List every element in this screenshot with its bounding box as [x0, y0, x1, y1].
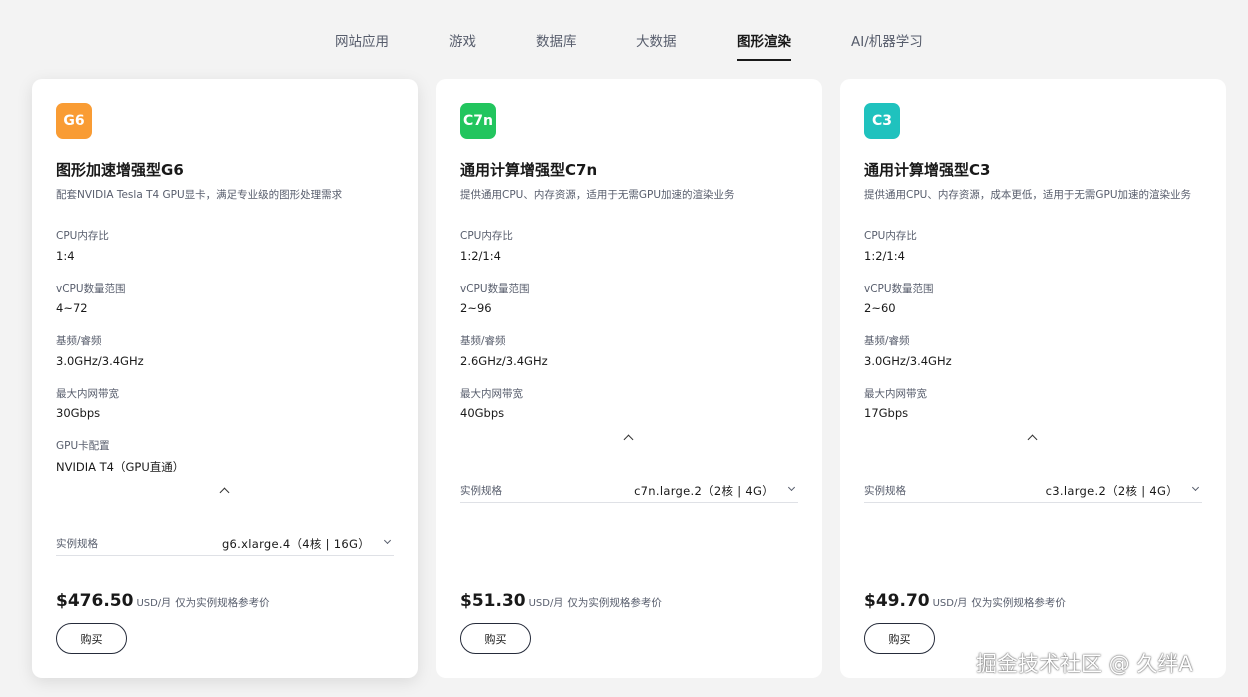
spec-value-frequency: 2.6GHz/3.4GHz — [460, 354, 548, 368]
spec-label-vcpu-range: vCPU数量范围 — [56, 283, 126, 295]
spec-label-cpu-memory-ratio: CPU内存比 — [864, 230, 917, 242]
instance-description: 提供通用CPU、内存资源，成本更低，适用于无需GPU加速的渲染业务 — [864, 189, 1192, 201]
instance-description: 提供通用CPU、内存资源，适用于无需GPU加速的渲染业务 — [460, 189, 735, 201]
buy-button[interactable]: 购买 — [864, 623, 935, 654]
price-note: 仅为实例规格参考价 — [971, 597, 1066, 609]
buy-button[interactable]: 购买 — [460, 623, 531, 654]
instance-card-c7n: C7n 通用计算增强型C7n 提供通用CPU、内存资源，适用于无需GPU加速的渲… — [436, 79, 822, 678]
instance-description: 配套NVIDIA Tesla T4 GPU显卡，满足专业级的图形处理需求 — [56, 189, 343, 201]
spec-value-bandwidth: 30Gbps — [56, 406, 101, 420]
instance-card-c3: C3 通用计算增强型C3 提供通用CPU、内存资源，成本更低，适用于无需GPU加… — [840, 79, 1226, 678]
spec-label-frequency: 基频/睿频 — [460, 335, 506, 347]
price-amount: $476.50 — [56, 591, 134, 611]
spec-label-vcpu-range: vCPU数量范围 — [864, 283, 934, 295]
tab-games[interactable]: 游戏 — [449, 33, 476, 51]
spec-label-bandwidth: 最大内网带宽 — [864, 388, 927, 400]
instance-title: 通用计算增强型C7n — [460, 161, 598, 179]
spec-label-gpu-config: GPU卡配置 — [56, 440, 110, 452]
spec-value-vcpu-range: 2~60 — [864, 301, 896, 315]
tab-graphics-rendering[interactable]: 图形渲染 — [737, 33, 791, 61]
price-row: $49.70 USD/月 仅为实例规格参考价 — [864, 591, 1066, 611]
spec-value-gpu-config: NVIDIA T4（GPU直通） — [56, 460, 185, 474]
instance-spec-select[interactable]: 实例规格 c3.large.2（2核 | 4G） — [864, 481, 1202, 503]
buy-button[interactable]: 购买 — [56, 623, 127, 654]
collapse-specs-icon[interactable] — [623, 434, 634, 445]
tab-website-apps[interactable]: 网站应用 — [335, 33, 389, 51]
price-row: $51.30 USD/月 仅为实例规格参考价 — [460, 591, 662, 611]
price-unit: USD/月 — [932, 598, 968, 609]
price-unit: USD/月 — [136, 598, 172, 609]
spec-label-vcpu-range: vCPU数量范围 — [460, 283, 530, 295]
chevron-down-icon — [1191, 483, 1200, 492]
tab-ai-ml[interactable]: AI/机器学习 — [851, 33, 923, 51]
watermark-text: 掘金技术社区 @ 久绊A — [976, 652, 1193, 676]
spec-value-cpu-memory-ratio: 1:2/1:4 — [864, 249, 905, 263]
collapse-specs-icon[interactable] — [1027, 434, 1038, 445]
instance-spec-label: 实例规格 — [56, 538, 98, 550]
price-note: 仅为实例规格参考价 — [175, 597, 270, 609]
price-row: $476.50 USD/月 仅为实例规格参考价 — [56, 591, 270, 611]
instance-title: 图形加速增强型G6 — [56, 161, 184, 179]
instance-title: 通用计算增强型C3 — [864, 161, 991, 179]
instance-badge: G6 — [56, 103, 92, 139]
spec-value-vcpu-range: 2~96 — [460, 301, 492, 315]
spec-value-bandwidth: 40Gbps — [460, 406, 505, 420]
instance-spec-label: 实例规格 — [864, 485, 906, 497]
chevron-down-icon — [787, 483, 796, 492]
spec-label-bandwidth: 最大内网带宽 — [460, 388, 523, 400]
spec-label-cpu-memory-ratio: CPU内存比 — [56, 230, 109, 242]
spec-label-bandwidth: 最大内网带宽 — [56, 388, 119, 400]
spec-label-cpu-memory-ratio: CPU内存比 — [460, 230, 513, 242]
instance-spec-value: c7n.large.2（2核 | 4G） — [634, 484, 774, 498]
tab-database[interactable]: 数据库 — [536, 33, 577, 51]
instance-spec-select[interactable]: 实例规格 c7n.large.2（2核 | 4G） — [460, 481, 798, 503]
spec-value-cpu-memory-ratio: 1:2/1:4 — [460, 249, 501, 263]
spec-label-frequency: 基频/睿频 — [864, 335, 910, 347]
spec-value-frequency: 3.0GHz/3.4GHz — [864, 354, 952, 368]
price-note: 仅为实例规格参考价 — [567, 597, 662, 609]
category-tabs: 网站应用 游戏 数据库 大数据 图形渲染 AI/机器学习 — [0, 0, 1248, 62]
instance-spec-select[interactable]: 实例规格 g6.xlarge.4（4核 | 16G） — [56, 534, 394, 556]
price-amount: $51.30 — [460, 591, 526, 611]
spec-value-bandwidth: 17Gbps — [864, 406, 909, 420]
instance-card-g6: G6 图形加速增强型G6 配套NVIDIA Tesla T4 GPU显卡，满足专… — [32, 79, 418, 678]
instance-badge: C7n — [460, 103, 496, 139]
tab-big-data[interactable]: 大数据 — [636, 33, 677, 51]
price-amount: $49.70 — [864, 591, 930, 611]
spec-value-frequency: 3.0GHz/3.4GHz — [56, 354, 144, 368]
instance-spec-label: 实例规格 — [460, 485, 502, 497]
spec-value-cpu-memory-ratio: 1:4 — [56, 249, 75, 263]
collapse-specs-icon[interactable] — [219, 487, 230, 498]
spec-label-frequency: 基频/睿频 — [56, 335, 102, 347]
instance-badge: C3 — [864, 103, 900, 139]
instance-spec-value: c3.large.2（2核 | 4G） — [1045, 484, 1178, 498]
chevron-down-icon — [383, 536, 392, 545]
price-unit: USD/月 — [528, 598, 564, 609]
spec-value-vcpu-range: 4~72 — [56, 301, 88, 315]
instance-spec-value: g6.xlarge.4（4核 | 16G） — [221, 537, 370, 551]
